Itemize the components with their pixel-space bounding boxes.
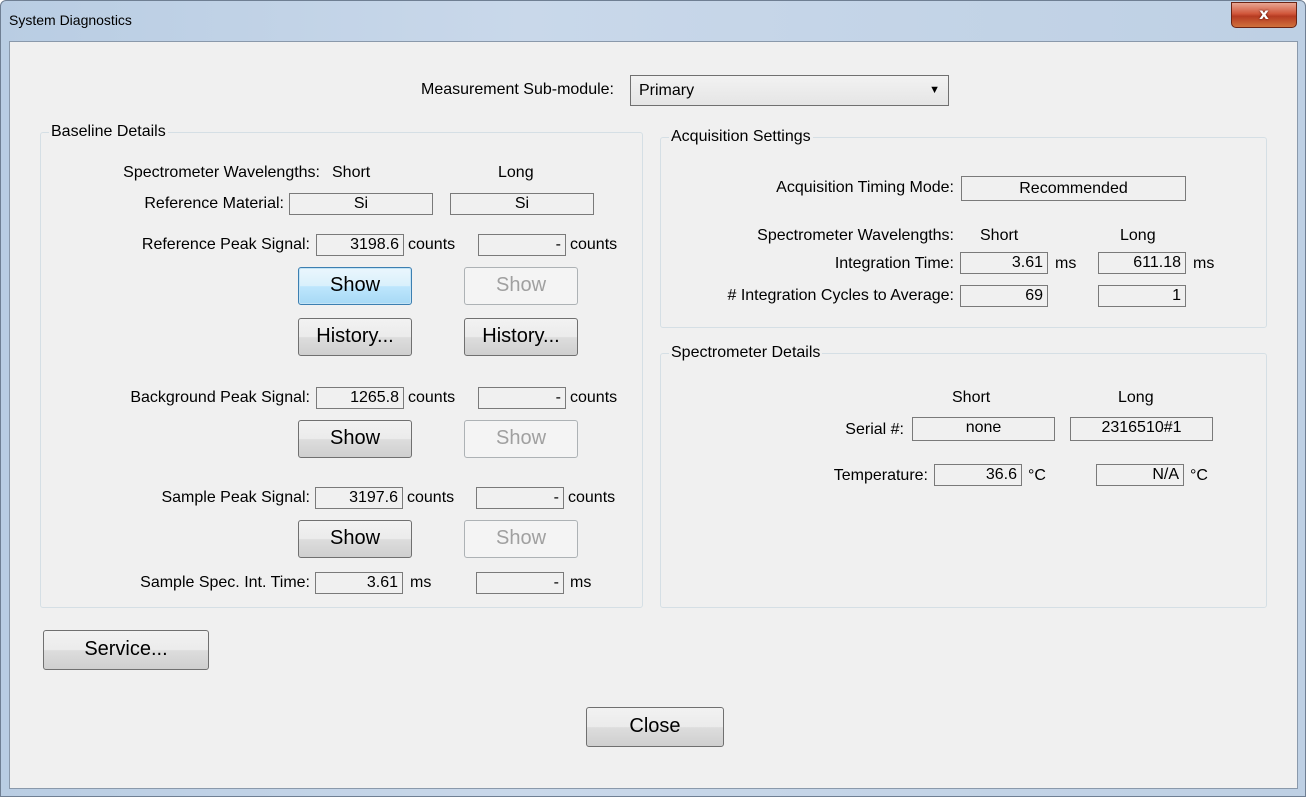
background-peak-short-unit: counts bbox=[408, 389, 456, 406]
temperature-long-unit: °C bbox=[1190, 467, 1208, 484]
sample-peak-long-unit: counts bbox=[568, 489, 616, 506]
background-peak-label: Background Peak Signal: bbox=[130, 389, 310, 406]
reference-show-short-button[interactable]: Show bbox=[298, 267, 412, 305]
integration-cycles-label: # Integration Cycles to Average: bbox=[727, 287, 954, 304]
dialog-client-area: Measurement Sub-module: Primary ▼ Baseli… bbox=[9, 41, 1298, 789]
baseline-wavelengths-label: Spectrometer Wavelengths: bbox=[123, 164, 320, 181]
reference-material-label: Reference Material: bbox=[144, 195, 284, 212]
integration-time-label: Integration Time: bbox=[834, 255, 954, 272]
measurement-submodule-label: Measurement Sub-module: bbox=[421, 81, 614, 98]
background-show-short-button[interactable]: Show bbox=[298, 420, 412, 458]
close-icon: x bbox=[1259, 5, 1269, 23]
temperature-long-field: N/A bbox=[1096, 464, 1184, 486]
sample-int-time-short-field: 3.61 bbox=[315, 572, 403, 594]
sample-int-time-label: Sample Spec. Int. Time: bbox=[140, 574, 310, 591]
sample-peak-short-field: 3197.6 bbox=[315, 487, 403, 509]
serial-number-label: Serial #: bbox=[845, 421, 904, 438]
reference-peak-short-unit: counts bbox=[408, 236, 456, 253]
integration-cycles-short-field: 69 bbox=[960, 285, 1048, 307]
background-show-long-button[interactable]: Show bbox=[464, 420, 578, 458]
spectrometer-details-title: Spectrometer Details bbox=[669, 343, 823, 363]
reference-peak-short-field: 3198.6 bbox=[316, 234, 404, 256]
integration-time-short-unit: ms bbox=[1055, 255, 1077, 272]
measurement-submodule-select[interactable]: Primary ▼ bbox=[630, 75, 949, 106]
background-peak-long-field: - bbox=[478, 387, 566, 409]
measurement-submodule-value: Primary bbox=[639, 82, 695, 99]
reference-history-long-button[interactable]: History... bbox=[464, 318, 578, 356]
reference-material-short-field: Si bbox=[289, 193, 433, 215]
acquisition-wavelengths-label: Spectrometer Wavelengths: bbox=[757, 227, 954, 244]
reference-peak-label: Reference Peak Signal: bbox=[141, 236, 310, 253]
acquisition-short-header: Short bbox=[980, 227, 1019, 244]
sample-peak-long-field: - bbox=[476, 487, 564, 509]
reference-show-long-button[interactable]: Show bbox=[464, 267, 578, 305]
integration-time-short-field: 3.61 bbox=[960, 252, 1048, 274]
acquisition-long-header: Long bbox=[1120, 227, 1156, 244]
sample-peak-label: Sample Peak Signal: bbox=[161, 489, 310, 506]
reference-material-long-field: Si bbox=[450, 193, 594, 215]
acquisition-timing-label: Acquisition Timing Mode: bbox=[776, 179, 954, 196]
background-peak-short-field: 1265.8 bbox=[316, 387, 404, 409]
service-button[interactable]: Service... bbox=[43, 630, 209, 670]
spectrometer-long-header: Long bbox=[1118, 389, 1154, 406]
sample-int-time-long-field: - bbox=[476, 572, 564, 594]
temperature-label: Temperature: bbox=[833, 467, 928, 484]
integration-time-long-unit: ms bbox=[1193, 255, 1215, 272]
temperature-short-unit: °C bbox=[1028, 467, 1046, 484]
baseline-details-title: Baseline Details bbox=[49, 122, 168, 142]
reference-peak-long-unit: counts bbox=[570, 236, 618, 253]
reference-peak-long-field: - bbox=[478, 234, 566, 256]
reference-history-short-button[interactable]: History... bbox=[298, 318, 412, 356]
sample-show-short-button[interactable]: Show bbox=[298, 520, 412, 558]
integration-cycles-long-field: 1 bbox=[1098, 285, 1186, 307]
sample-peak-short-unit: counts bbox=[407, 489, 455, 506]
acquisition-timing-field: Recommended bbox=[961, 176, 1186, 201]
baseline-short-header: Short bbox=[332, 164, 371, 181]
title-bar[interactable]: System Diagnostics x bbox=[1, 1, 1305, 41]
background-peak-long-unit: counts bbox=[570, 389, 618, 406]
baseline-long-header: Long bbox=[498, 164, 534, 181]
sample-show-long-button[interactable]: Show bbox=[464, 520, 578, 558]
acquisition-settings-title: Acquisition Settings bbox=[669, 127, 813, 147]
serial-number-short-field: none bbox=[912, 417, 1055, 441]
window-close-button[interactable]: x bbox=[1231, 2, 1297, 28]
close-button[interactable]: Close bbox=[586, 707, 724, 747]
window-title: System Diagnostics bbox=[9, 12, 132, 28]
serial-number-long-field: 2316510#1 bbox=[1070, 417, 1213, 441]
sample-int-time-short-unit: ms bbox=[410, 574, 432, 591]
sample-int-time-long-unit: ms bbox=[570, 574, 592, 591]
temperature-short-field: 36.6 bbox=[934, 464, 1022, 486]
integration-time-long-field: 611.18 bbox=[1098, 252, 1186, 274]
chevron-down-icon: ▼ bbox=[929, 84, 940, 96]
system-diagnostics-window: System Diagnostics x Measurement Sub-mod… bbox=[0, 0, 1306, 797]
spectrometer-short-header: Short bbox=[952, 389, 991, 406]
